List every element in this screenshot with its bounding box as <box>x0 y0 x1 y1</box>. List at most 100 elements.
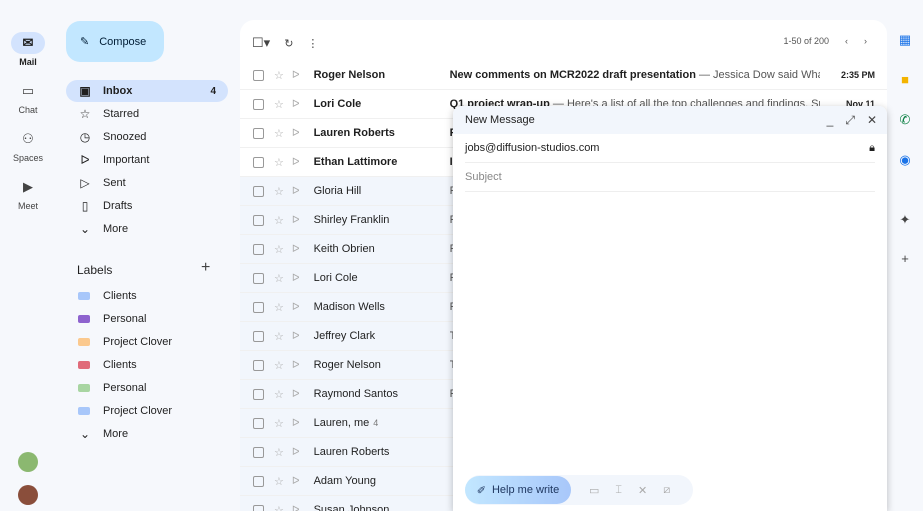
label-item[interactable]: Personal <box>66 308 228 330</box>
row-checkbox[interactable] <box>253 69 264 81</box>
star-icon[interactable]: ☆ <box>274 475 284 488</box>
star-icon[interactable]: ☆ <box>274 185 284 198</box>
contacts-icon[interactable]: ✆ <box>897 112 913 128</box>
labels-more[interactable]: ⌄ More <box>66 423 228 445</box>
row-checkbox[interactable] <box>253 301 264 313</box>
nav-item-drafts[interactable]: ▯ Drafts <box>66 195 228 217</box>
important-icon[interactable]: ᐅ <box>292 505 300 511</box>
add-label-icon[interactable]: + <box>201 259 210 277</box>
important-icon[interactable]: ᐅ <box>292 389 300 400</box>
spaces-icon: ⚇ <box>22 131 34 146</box>
close-icon[interactable]: ✕ <box>867 113 877 128</box>
label-item[interactable]: Project Clover <box>66 400 228 422</box>
rewrite-icon[interactable]: ⧄ <box>663 484 670 497</box>
star-icon[interactable]: ☆ <box>274 301 284 314</box>
row-checkbox[interactable] <box>253 156 264 168</box>
row-checkbox[interactable] <box>253 359 264 371</box>
label-item[interactable]: Project Clover <box>66 331 228 353</box>
keep-icon[interactable]: ■ <box>897 72 913 88</box>
avatar-icon[interactable] <box>18 452 38 472</box>
label-item[interactable]: Clients <box>66 285 228 307</box>
nav-item-inbox[interactable]: ▣ Inbox 4 <box>66 80 228 102</box>
minimize-icon[interactable]: _ <box>827 113 834 128</box>
important-icon[interactable]: ᐅ <box>292 186 300 197</box>
important-icon[interactable]: ᐅ <box>292 302 300 313</box>
row-checkbox[interactable] <box>253 243 264 255</box>
star-icon[interactable]: ☆ <box>274 156 284 169</box>
nav-item-more[interactable]: ⌄ More <box>66 218 228 240</box>
star-icon[interactable]: ☆ <box>274 388 284 401</box>
row-checkbox[interactable] <box>253 330 264 342</box>
label-item[interactable]: Personal <box>66 377 228 399</box>
chevron-right-icon[interactable]: › <box>864 36 867 46</box>
star-icon[interactable]: ☆ <box>274 359 284 372</box>
star-icon[interactable]: ☆ <box>274 272 284 285</box>
sender: Lori Cole <box>313 98 362 110</box>
nav-item-sent[interactable]: ▷ Sent <box>66 172 228 194</box>
row-checkbox[interactable] <box>253 185 264 197</box>
star-icon[interactable]: ☆ <box>274 243 284 256</box>
compose-button[interactable]: ✎ Compose <box>66 21 164 62</box>
chevron-left-icon[interactable]: ‹ <box>845 36 848 46</box>
star-icon[interactable]: ☆ <box>274 98 284 111</box>
shorten-icon[interactable]: ✕ <box>638 484 647 497</box>
row-checkbox[interactable] <box>253 504 264 511</box>
row-checkbox[interactable] <box>253 98 264 110</box>
star-icon[interactable]: ☆ <box>274 446 284 459</box>
important-icon[interactable]: ᐅ <box>292 215 300 226</box>
row-checkbox[interactable] <box>253 127 264 139</box>
lock-icon: 🔒︎ <box>869 141 875 154</box>
select-all-checkbox[interactable]: ☐▾ <box>252 35 270 51</box>
star-icon[interactable]: ☆ <box>274 214 284 227</box>
important-icon[interactable]: ᐅ <box>292 418 300 429</box>
row-checkbox[interactable] <box>253 446 264 458</box>
rail-item-mail[interactable]: ✉ Mail <box>0 32 56 67</box>
star-icon[interactable]: ☆ <box>274 69 284 82</box>
row-checkbox[interactable] <box>253 388 264 400</box>
mail-icon: ✉ <box>11 32 45 54</box>
row-checkbox[interactable] <box>253 214 264 226</box>
important-icon[interactable]: ᐅ <box>292 70 300 81</box>
refresh-icon[interactable]: ↻ <box>284 37 293 50</box>
briefcase-icon[interactable]: ▭ <box>589 484 599 497</box>
rail-item-meet[interactable]: ▶ Meet <box>0 176 56 211</box>
important-icon[interactable]: ᐅ <box>292 331 300 342</box>
important-icon[interactable]: ᐅ <box>292 447 300 458</box>
help-me-write-button[interactable]: ✐ Help me write <box>465 476 571 504</box>
sent-icon: ▷ <box>80 176 90 190</box>
star-icon[interactable]: ☆ <box>274 504 284 511</box>
important-icon[interactable]: ᐅ <box>292 360 300 371</box>
important-icon[interactable]: ᐅ <box>292 128 300 139</box>
avatar[interactable] <box>18 485 38 505</box>
addons-icon[interactable]: ✦ <box>897 212 913 228</box>
important-icon[interactable]: ᐅ <box>292 244 300 255</box>
star-icon[interactable]: ☆ <box>274 417 284 430</box>
label-item[interactable]: Clients <box>66 354 228 376</box>
expand-icon[interactable]: ⤢ <box>845 113 855 128</box>
email-row[interactable]: ☆ ᐅ Roger Nelson New comments on MCR2022 dr… <box>240 61 887 90</box>
to-field[interactable]: jobs@diffusion-studios.com 🔒︎ <box>465 134 875 163</box>
elaborate-icon[interactable]: ⌶ <box>615 484 622 497</box>
row-checkbox[interactable] <box>253 272 264 284</box>
snoozed-icon: ◷ <box>79 130 91 144</box>
important-icon[interactable]: ᐅ <box>292 476 300 487</box>
add-icon[interactable]: + <box>897 251 913 267</box>
subject-field[interactable]: Subject <box>465 163 875 192</box>
important-icon[interactable]: ᐅ <box>292 273 300 284</box>
row-checkbox[interactable] <box>253 475 264 487</box>
rail-item-chat[interactable]: ▭ Chat <box>0 80 56 115</box>
sender: Susan Johnson <box>313 504 390 511</box>
nav-item-important[interactable]: ᐅ Important <box>66 149 228 171</box>
important-icon[interactable]: ᐅ <box>292 157 300 168</box>
more-options-icon[interactable]: ⋮ <box>307 37 318 50</box>
row-checkbox[interactable] <box>253 417 264 429</box>
nav-item-snoozed[interactable]: ◷ Snoozed <box>66 126 228 148</box>
star-icon[interactable]: ☆ <box>274 330 284 343</box>
rail-item-spaces[interactable]: ⚇ Spaces <box>0 128 56 163</box>
calendar-icon[interactable]: ▦ <box>897 32 913 48</box>
tasks-icon[interactable]: ◉ <box>897 152 913 168</box>
star-icon[interactable]: ☆ <box>274 127 284 140</box>
nav-item-starred[interactable]: ☆ Starred <box>66 103 228 125</box>
sender: Lauren, me 4 <box>313 417 379 429</box>
important-icon[interactable]: ᐅ <box>292 99 300 110</box>
